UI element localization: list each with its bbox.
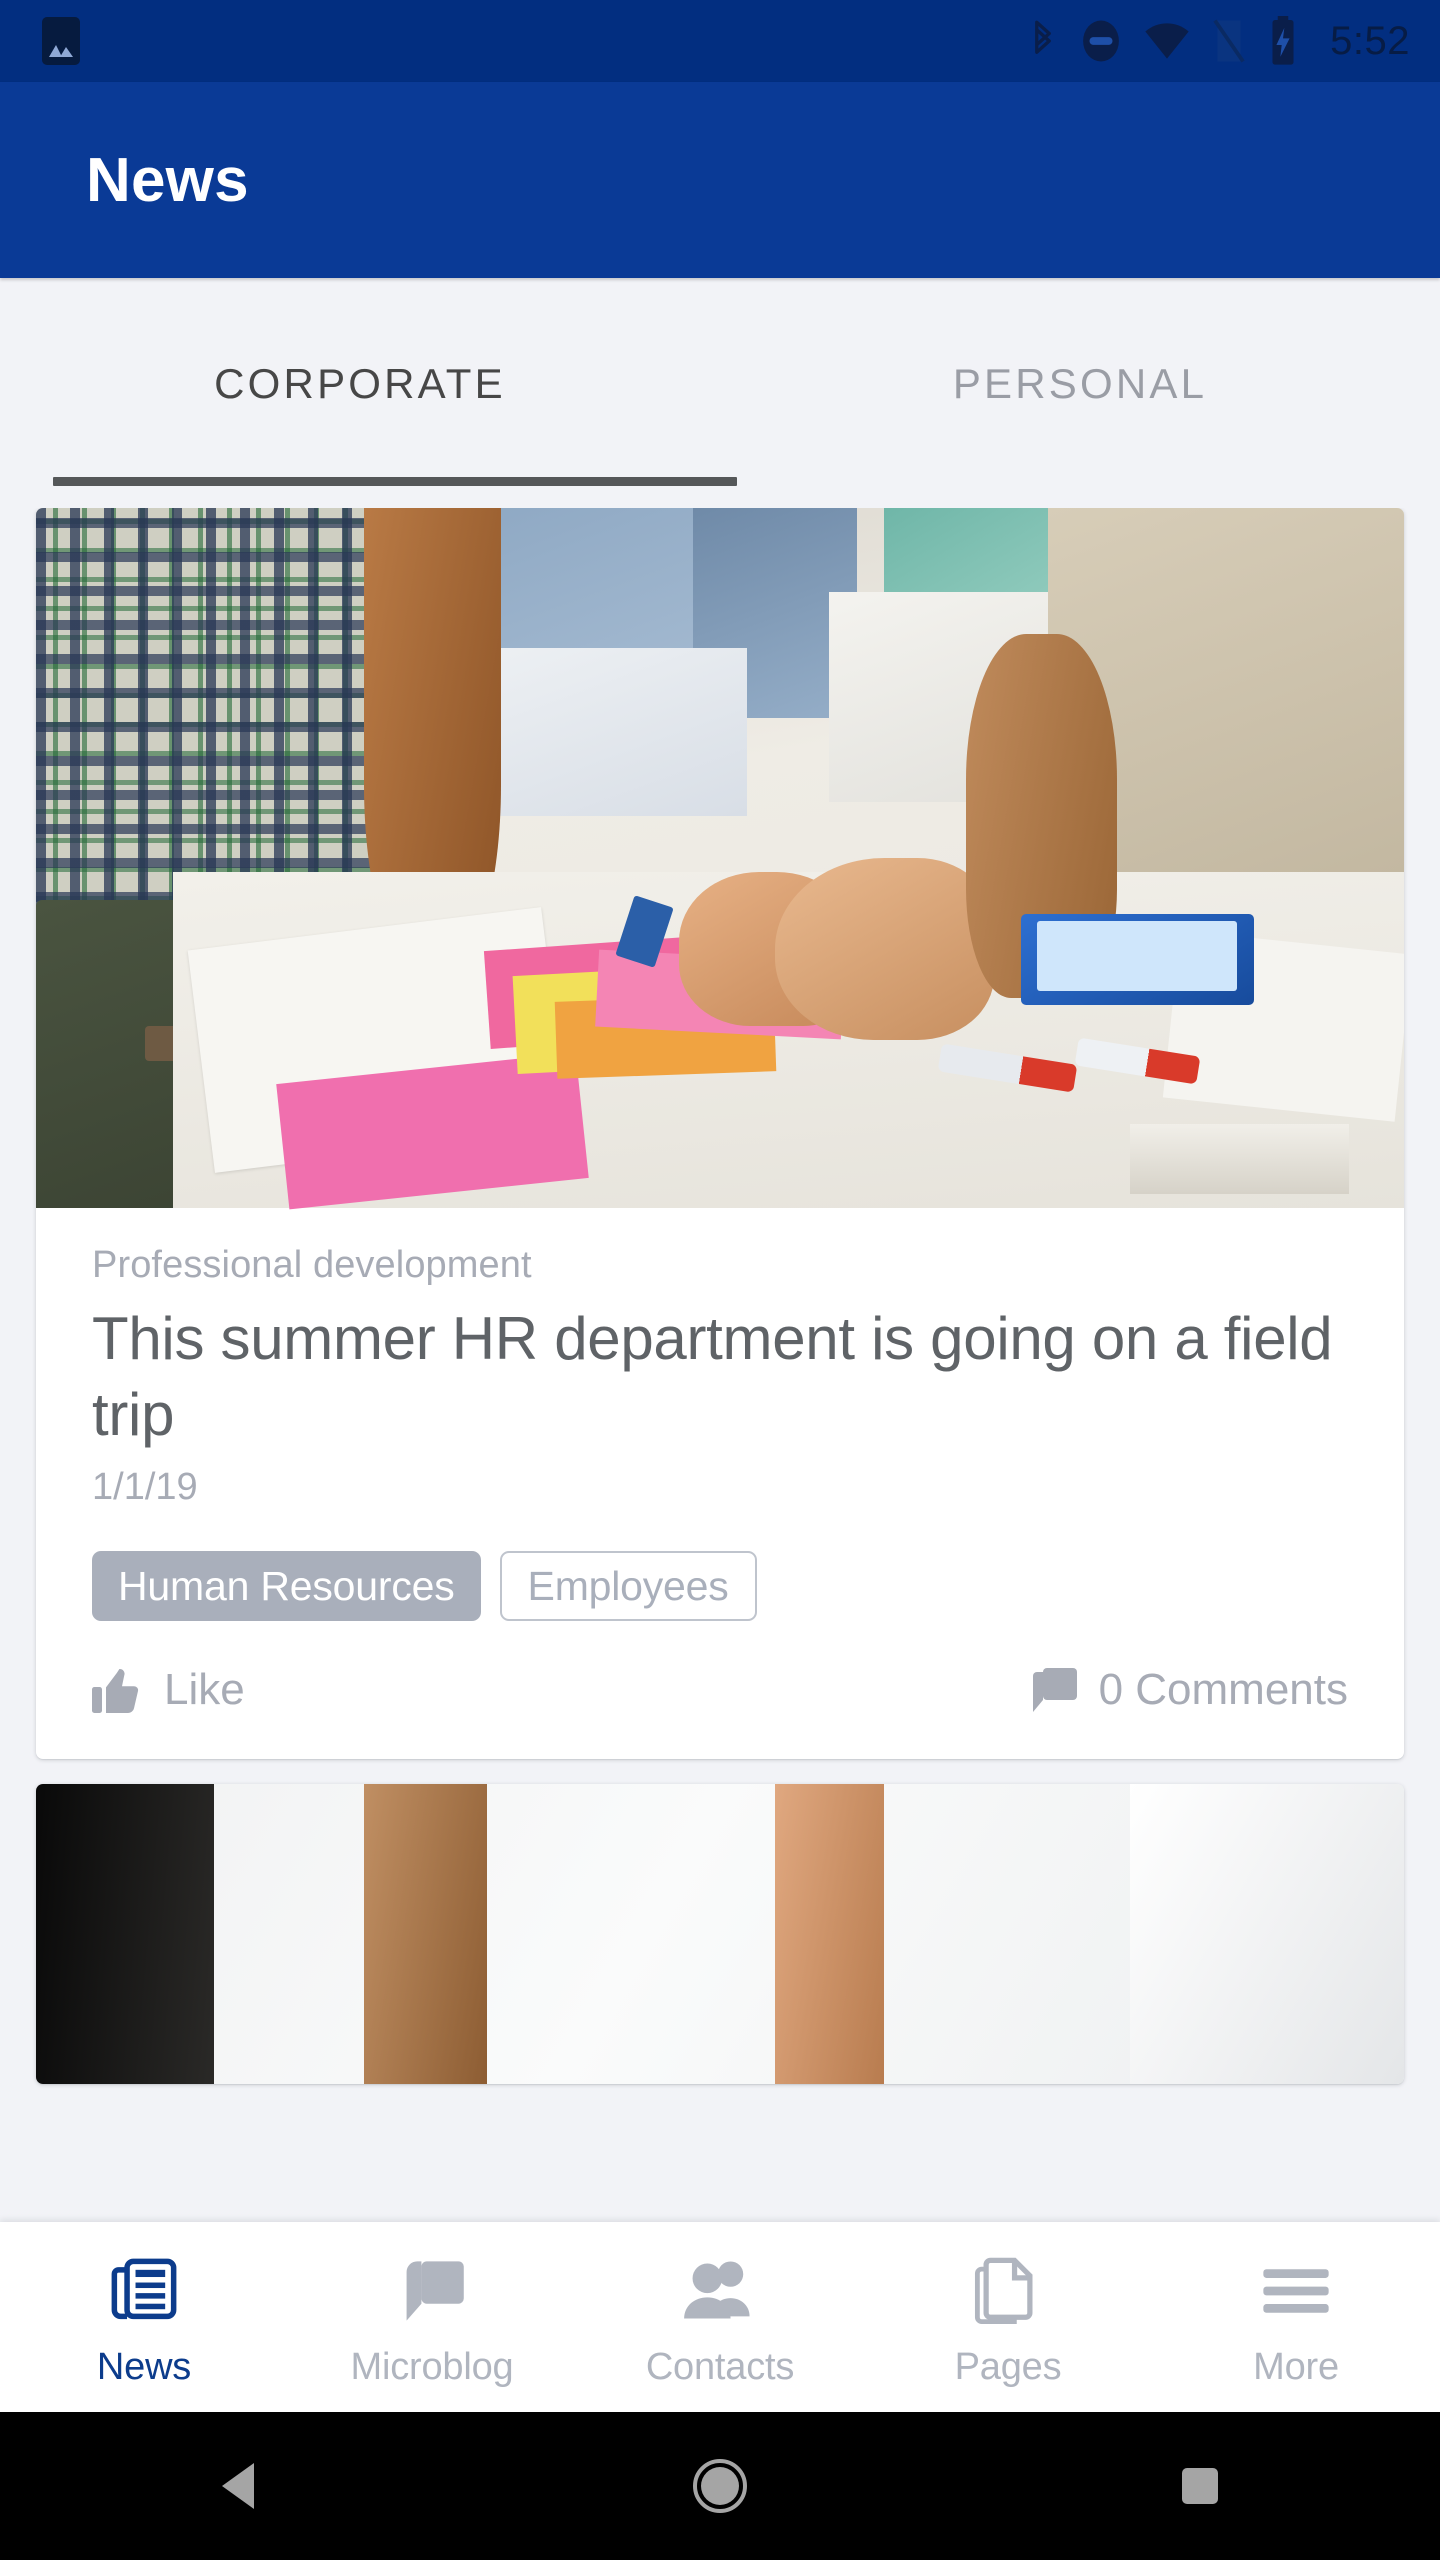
nav-item-pages[interactable]: Pages — [864, 2222, 1152, 2412]
app-bar: News — [0, 82, 1440, 278]
tab-personal[interactable]: PERSONAL — [720, 278, 1440, 508]
signal-off-icon — [1213, 19, 1245, 63]
chat-bubble-icon — [396, 2252, 468, 2330]
nav-item-microblog[interactable]: Microblog — [288, 2222, 576, 2412]
news-card-tags: Human Resources Employees — [92, 1551, 1348, 1622]
recents-button[interactable] — [1100, 2412, 1300, 2560]
recents-square-icon — [1182, 2468, 1218, 2504]
tag-employees-label: Employees — [527, 1562, 729, 1609]
nav-item-more-label: More — [1253, 2345, 1339, 2388]
bottom-navigation: News Microblog Contacts Pages More — [0, 2222, 1440, 2412]
comments-count-label: 0 Comments — [1098, 1665, 1348, 1715]
do-not-disturb-icon — [1083, 20, 1120, 62]
like-button[interactable]: Like — [92, 1665, 245, 1715]
news-card-image[interactable] — [36, 508, 1404, 1210]
tab-personal-label: PERSONAL — [952, 360, 1208, 407]
thumbs-up-icon — [92, 1669, 139, 1714]
news-feed[interactable]: Professional development This summer HR … — [0, 508, 1440, 2222]
news-card-headline[interactable]: This summer HR department is going on a … — [92, 1301, 1348, 1452]
newspaper-icon — [108, 2252, 180, 2330]
bluetooth-icon — [1035, 20, 1052, 54]
nav-item-news-label: News — [96, 2345, 192, 2388]
home-button[interactable] — [620, 2412, 820, 2560]
news-card-actions: Like 0 Comments — [92, 1661, 1348, 1729]
hamburger-menu-icon — [1259, 2252, 1333, 2330]
tab-active-indicator — [53, 477, 737, 486]
battery-charging-icon — [1272, 16, 1294, 65]
news-card[interactable]: Professional development This summer HR … — [36, 508, 1404, 1760]
like-label: Like — [164, 1665, 245, 1715]
home-circle-icon — [693, 2459, 747, 2513]
nav-item-microblog-label: Microblog — [350, 2345, 514, 2388]
news-card-image[interactable] — [36, 1784, 1404, 2085]
wifi-icon — [1145, 23, 1189, 59]
tag-human-resources[interactable]: Human Resources — [92, 1551, 481, 1622]
news-card-category: Professional development — [92, 1244, 532, 1286]
nav-item-more[interactable]: More — [1152, 2222, 1440, 2412]
news-card[interactable] — [36, 1784, 1404, 2085]
android-navigation-bar — [0, 2412, 1440, 2560]
back-button[interactable] — [140, 2412, 340, 2560]
status-bar: 5:52 — [0, 0, 1440, 82]
tab-bar: CORPORATE PERSONAL — [0, 278, 1440, 508]
page-title: News — [86, 145, 249, 215]
tag-employees[interactable]: Employees — [499, 1551, 757, 1622]
people-icon — [682, 2252, 758, 2330]
photo-notification-icon — [42, 17, 80, 65]
nav-item-news[interactable]: News — [0, 2222, 288, 2412]
nav-item-pages-label: Pages — [954, 2345, 1062, 2388]
status-bar-left — [42, 17, 80, 65]
nav-item-contacts[interactable]: Contacts — [576, 2222, 864, 2412]
document-icon — [973, 2252, 1043, 2330]
tab-corporate-label: CORPORATE — [214, 360, 506, 407]
back-triangle-icon — [222, 2463, 254, 2509]
tab-corporate[interactable]: CORPORATE — [0, 278, 720, 508]
phone-screen: 5:52 News CORPORATE PERSONAL Professiona… — [0, 0, 1440, 2560]
nav-item-contacts-label: Contacts — [645, 2345, 795, 2388]
comments-button[interactable]: 0 Comments — [1029, 1665, 1348, 1715]
news-card-body: Professional development This summer HR … — [36, 1208, 1404, 1759]
status-bar-clock: 5:52 — [1330, 19, 1410, 63]
comment-icon — [1032, 1668, 1077, 1713]
news-card-date: 1/1/19 — [92, 1466, 198, 1509]
tag-human-resources-label: Human Resources — [118, 1562, 455, 1609]
status-bar-right: 5:52 — [1028, 16, 1410, 66]
